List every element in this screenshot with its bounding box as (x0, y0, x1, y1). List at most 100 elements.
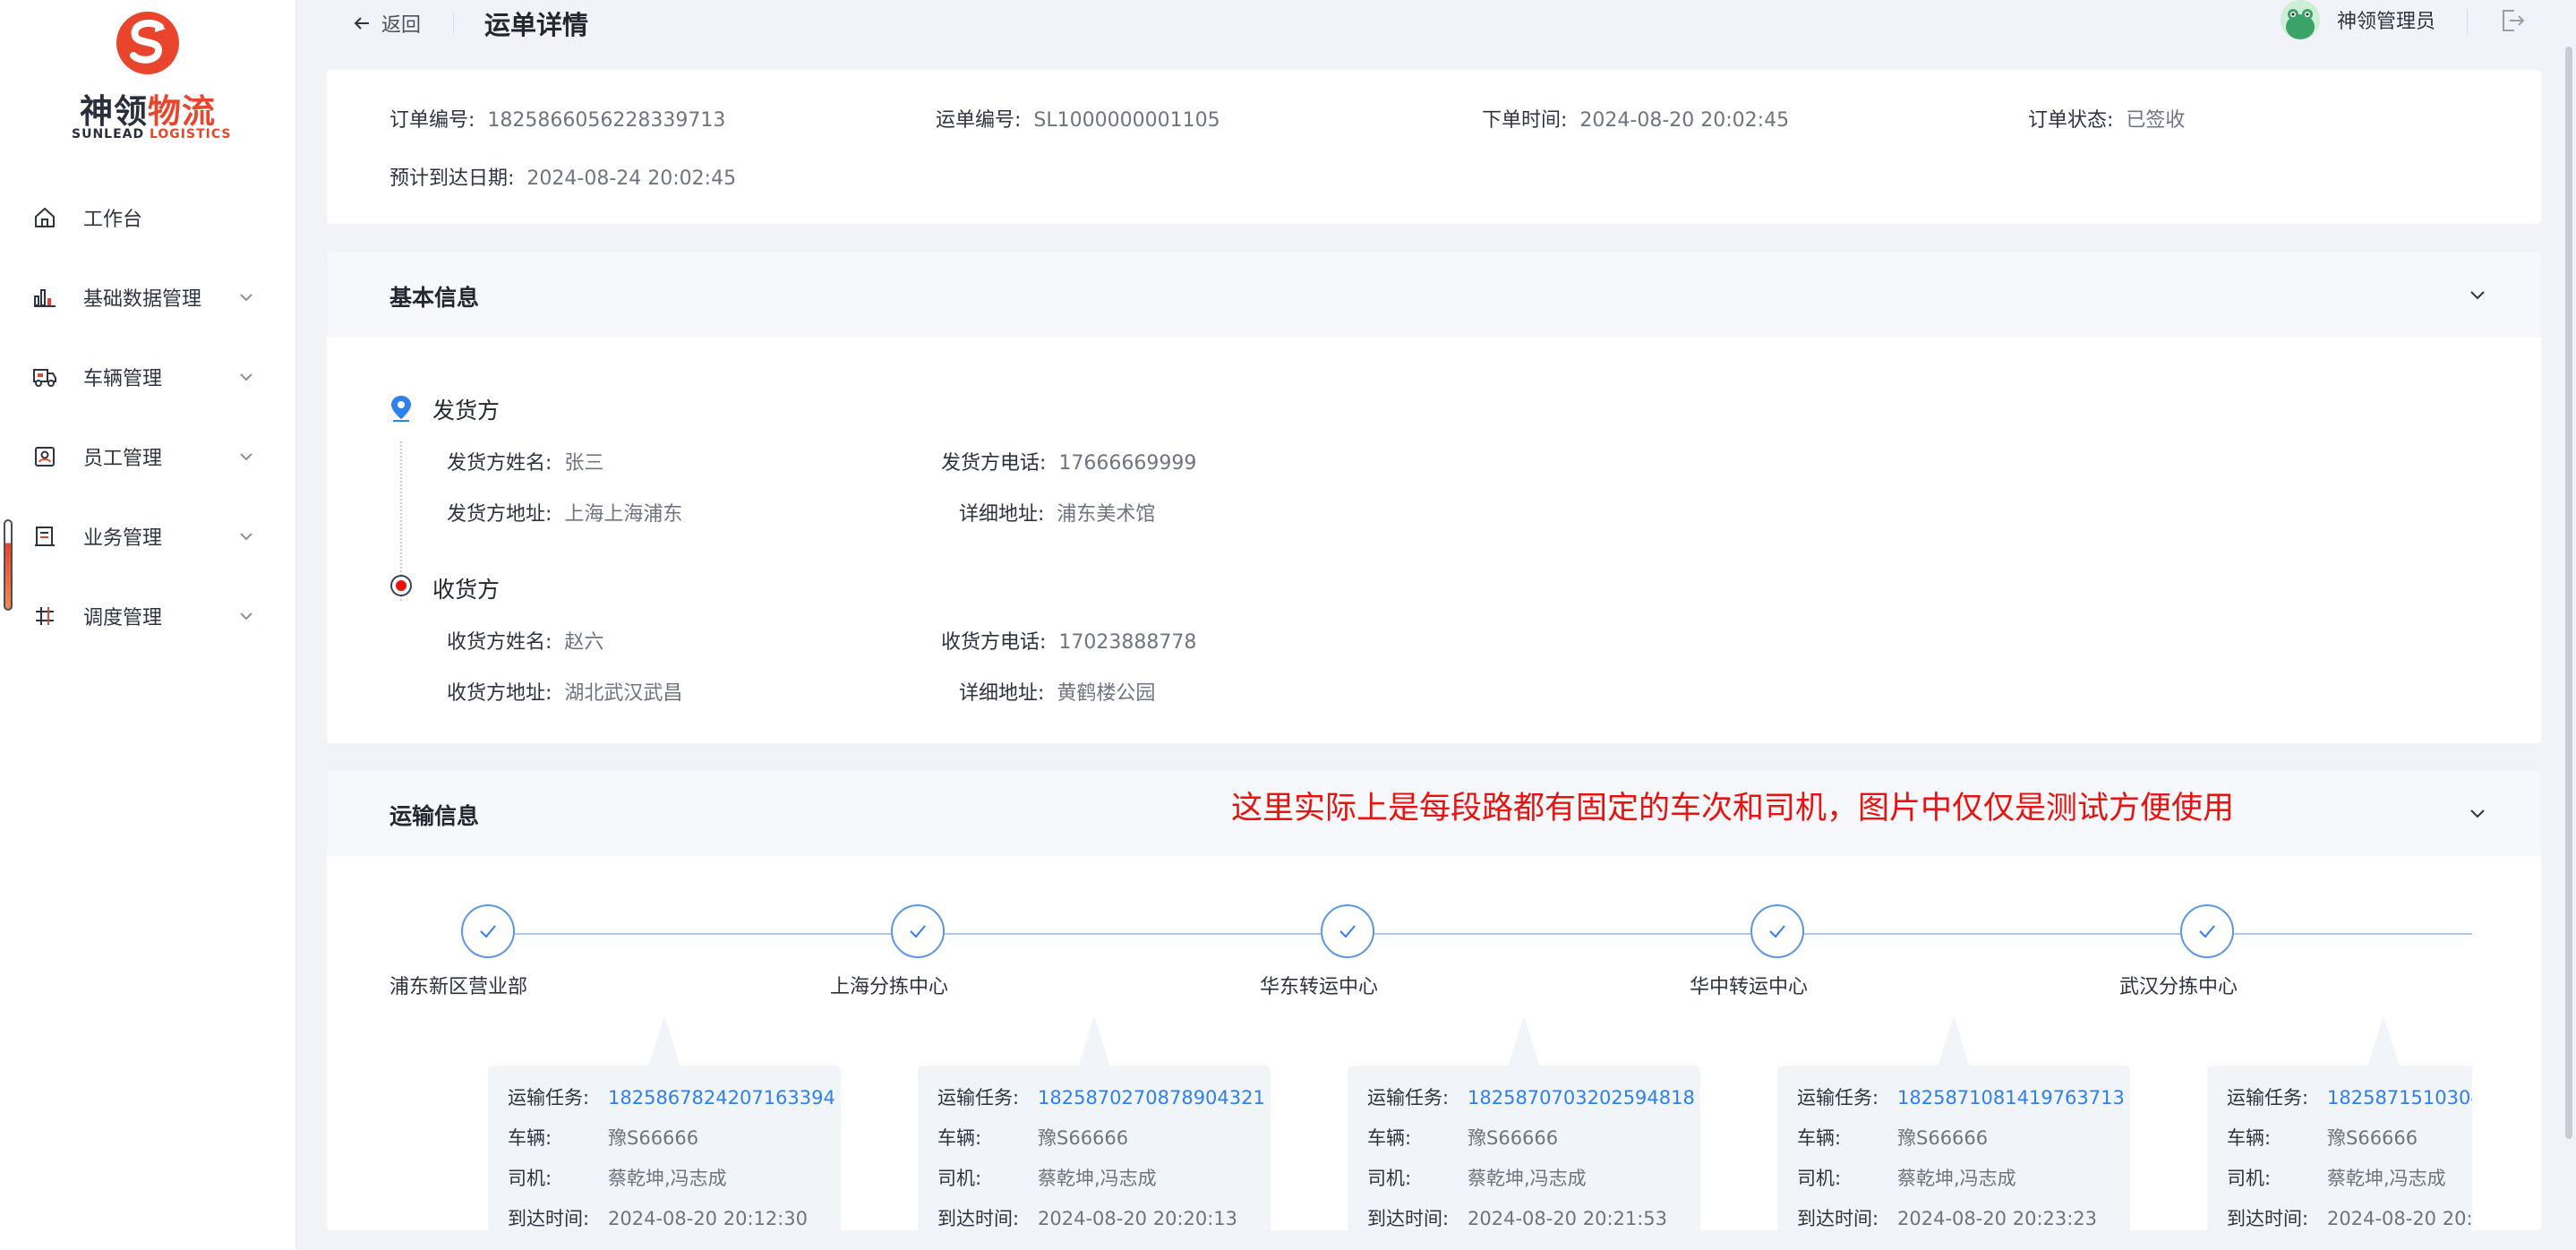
field-label: 收货方姓名: (447, 631, 552, 654)
basic-info-header[interactable]: 基本信息 (327, 252, 2541, 338)
sidebar-item-label: 业务管理 (83, 527, 163, 550)
vehicle-row: 车辆: 豫S66666 (508, 1124, 698, 1151)
transport-info-header[interactable]: 运输信息 这里实际上是每段路都有固定的车次和司机，图片中仅仅是测试方便使用 (327, 770, 2541, 856)
timeline-stop (2180, 895, 2238, 958)
sidebar-item-label: 基础数据管理 (83, 287, 202, 311)
field-value: 黄鹤楼公园 (1057, 682, 1156, 705)
waybill-no-value: SL1000000001105 (1033, 109, 1220, 132)
annotation-text: 这里实际上是每段路都有固定的车次和司机，图片中仅仅是测试方便使用 (1231, 791, 2235, 826)
driver-value: 蔡乾坤,冯志成 (1038, 1168, 1157, 1189)
task-card: 运输任务: 18258715103041 车辆: 豫S66666 司机: 蔡乾坤,冯志… (2207, 1066, 2472, 1230)
callout-pointer (1938, 1015, 1970, 1067)
driver-value: 蔡乾坤,冯志成 (1468, 1168, 1587, 1189)
stop-name: 华中转运中心 (1690, 976, 1809, 998)
truck-icon (31, 364, 58, 390)
driver-row: 司机: 蔡乾坤,冯志成 (937, 1164, 1157, 1191)
task-id-link[interactable]: 1825867824207163394 (608, 1087, 835, 1109)
vehicle-row: 车辆: 豫S66666 (1797, 1124, 1988, 1151)
sidebar-resize-handle[interactable] (4, 519, 13, 611)
task-label: 运输任务: (937, 1087, 1020, 1109)
sidebar-item-base-data[interactable]: 基础数据管理 (0, 257, 295, 337)
callout-pointer (2367, 1015, 2400, 1067)
driver-label: 司机: (1797, 1168, 1842, 1189)
check-icon (910, 925, 926, 938)
callout-pointer (648, 1015, 680, 1067)
order-time-field: 下单时间: 2024-08-20 20:02:45 (1482, 104, 1789, 133)
arrival-label: 到达时间: (1797, 1208, 1879, 1229)
field-value: 赵六 (564, 631, 604, 654)
check-icon (480, 925, 496, 938)
logo-text-cn: 神领物流 (80, 92, 216, 131)
order-status-value: 已签收 (2126, 109, 2186, 132)
task-id-link[interactable]: 1825871081419763713 (1897, 1087, 2125, 1109)
driver-row: 司机: 蔡乾坤,冯志成 (1797, 1164, 2016, 1191)
task-label: 运输任务: (1797, 1087, 1879, 1109)
vehicle-row: 车辆: 豫S66666 (2227, 1124, 2418, 1151)
arrival-value: 2024-08-20 20:20:13 (1038, 1208, 1238, 1229)
task-id-link[interactable]: 1825870270878904321 (1038, 1087, 1265, 1109)
sidebar-item-label: 车辆管理 (83, 367, 163, 390)
stop-name: 上海分拣中心 (830, 976, 949, 998)
back-button[interactable]: 返回 (351, 7, 421, 39)
field-value: 浦东美术馆 (1057, 503, 1156, 526)
arrival-label: 到达时间: (2227, 1208, 2309, 1229)
task-card: 运输任务: 1825871081419763713 车辆: 豫S66666 司机: 蔡… (1777, 1066, 2130, 1230)
vehicle-label: 车辆: (1797, 1127, 1842, 1149)
receiver-address-field: 收货方地址: 湖北武汉武昌 (447, 677, 682, 706)
home-icon (31, 204, 58, 231)
arrival-label: 到达时间: (1367, 1208, 1450, 1229)
chevron-down-icon[interactable] (2466, 283, 2489, 306)
task-id-link[interactable]: 1825870703202594818 (1468, 1087, 1695, 1109)
logo: 神领物流 SUNLEAD LOGISTICS (72, 11, 232, 141)
timeline-stop (891, 895, 948, 958)
field-label: 收货方电话: (941, 631, 1047, 654)
order-no-field: 订单编号: 1825866056228339713 (389, 104, 725, 133)
chevron-down-icon (240, 612, 252, 621)
id-card-icon (31, 443, 58, 470)
stop-circle (2180, 904, 2234, 958)
sender-detail-field: 详细地址: 浦东美术馆 (959, 498, 1155, 527)
order-summary-card: 订单编号: 1825866056228339713 运单编号: SL10000000… (327, 70, 2541, 224)
sidebar-item-dispatch[interactable]: 调度管理 (0, 576, 295, 655)
check-icon (2199, 925, 2215, 938)
user-name[interactable]: 神领管理员 (2337, 5, 2435, 34)
sidebar-item-vehicles[interactable]: 车辆管理 (0, 337, 295, 416)
field-value: 上海上海浦东 (564, 503, 683, 526)
timeline-line (461, 933, 2472, 935)
task-row: 运输任务: 1825871081419763713 (1797, 1083, 2125, 1110)
task-card: 运输任务: 1825867824207163394 车辆: 豫S66666 司机: 蔡… (488, 1066, 841, 1230)
task-id-link[interactable]: 18258715103041 (2327, 1087, 2472, 1109)
sidebar-item-workbench[interactable]: 工作台 (0, 177, 295, 257)
section-title: 运输信息 (389, 803, 480, 829)
receiver-name-field: 收货方姓名: 赵六 (447, 626, 603, 655)
sidebar-item-label: 员工管理 (83, 447, 163, 470)
eta-field: 预计到达日期: 2024-08-24 20:02:45 (389, 162, 736, 191)
field-value: 17666669999 (1058, 452, 1197, 475)
page-scrollbar-thumb[interactable] (2565, 47, 2572, 1139)
basic-info-card: 基本信息 发货方 发货方姓名: 张三 发货方电话: 17666669999 发货方地… (327, 252, 2541, 743)
order-no-value: 1825866056228339713 (487, 109, 726, 132)
timeline-stop (1750, 895, 1808, 958)
field-label: 详细地址: (959, 682, 1045, 705)
eta-label: 预计到达日期: (389, 167, 515, 190)
chevron-down-icon[interactable] (2466, 801, 2489, 825)
sender-name-field: 发货方姓名: 张三 (447, 447, 603, 475)
check-icon (1769, 925, 1785, 938)
arrival-row: 到达时间: 2024-08-20 20:12:30 (508, 1204, 808, 1230)
vehicle-row: 车辆: 豫S66666 (1367, 1124, 1558, 1151)
driver-label: 司机: (508, 1168, 552, 1189)
avatar[interactable] (2281, 0, 2320, 39)
arrival-row: 到达时间: 2024-08-20 20:2 (2227, 1204, 2472, 1230)
stop-name: 华东转运中心 (1260, 976, 1379, 998)
order-no-label: 订单编号: (389, 109, 475, 132)
sidebar-item-staff[interactable]: 员工管理 (0, 416, 295, 496)
sidebar-item-business[interactable]: 业务管理 (0, 496, 295, 576)
receiver-phone-field: 收货方电话: 17023888778 (941, 626, 1196, 655)
vehicle-label: 车辆: (508, 1127, 552, 1149)
vehicle-label: 车辆: (2227, 1127, 2272, 1149)
task-label: 运输任务: (2227, 1087, 2309, 1109)
receiver-title: 收货方 (432, 577, 501, 603)
logout-icon[interactable] (2496, 5, 2527, 36)
logo-text-en: SUNLEAD LOGISTICS (72, 127, 232, 141)
stop-circle (461, 904, 515, 958)
